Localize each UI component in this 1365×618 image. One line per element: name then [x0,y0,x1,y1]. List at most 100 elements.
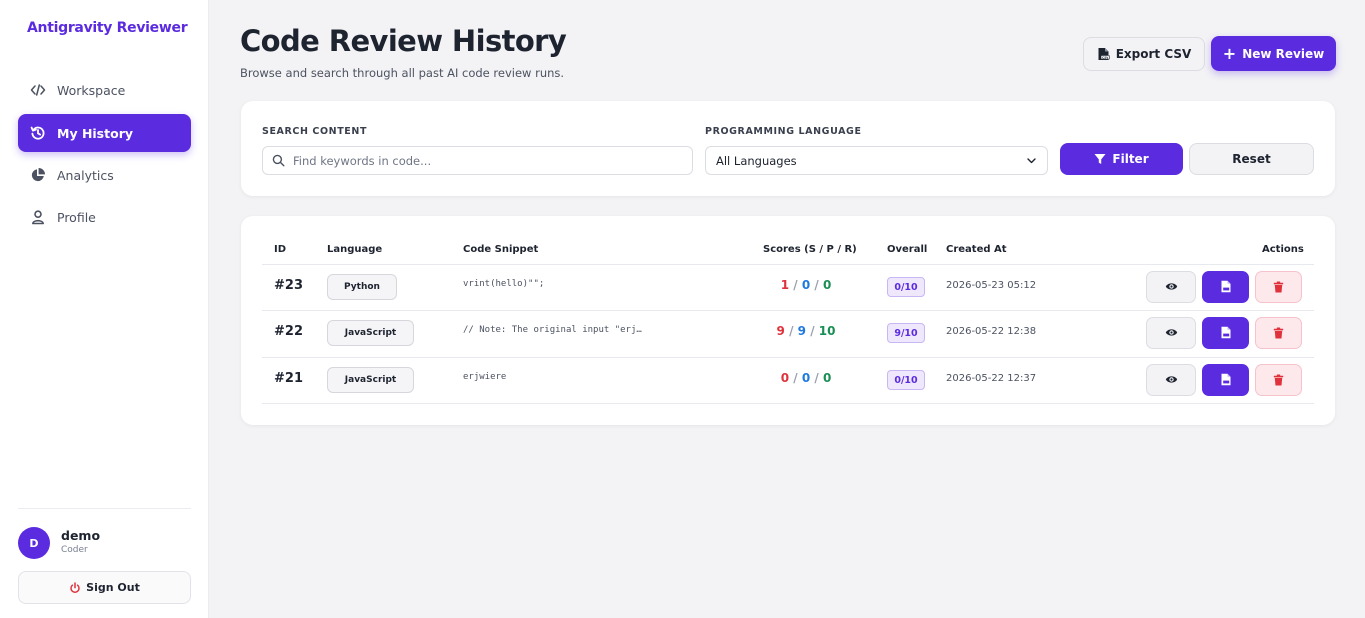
export-csv-button[interactable]: CSV Export CSV [1083,37,1205,71]
sidebar-item-label: My History [57,125,134,141]
sidebar-item-workspace[interactable]: Workspace [18,71,191,109]
overall-badge: 0/10 [887,370,925,390]
download-pdf-button[interactable] [1202,271,1249,303]
table-row: #23 Python vrint(hello)""; 1 / 0 / 0 0/1… [241,264,1335,310]
page-title: Code Review History [240,24,567,58]
score-separator: / [814,371,819,385]
score-separator: / [793,371,798,385]
security-score: 0 [780,371,790,385]
row-divider [262,403,1314,404]
language-badge: JavaScript [327,320,414,346]
download-pdf-button[interactable] [1202,317,1249,349]
sign-out-label: Sign Out [86,581,140,594]
created-at: 2026-05-22 12:37 [946,373,1037,384]
reset-label: Reset [1232,152,1271,166]
performance-score: 9 [797,324,806,338]
security-score: 9 [776,324,785,338]
scores: 1 / 0 / 0 [761,278,851,292]
funnel-icon [1094,153,1106,165]
filter-button[interactable]: Filter [1060,143,1183,175]
trash-icon [1273,371,1284,390]
code-snippet: // Note: The original input "erj… [463,325,642,335]
performance-score: 0 [801,371,811,385]
overall-badge: 0/10 [887,277,925,297]
language-badge: Python [327,274,397,300]
power-icon [69,581,81,594]
user-icon [30,209,46,225]
history-icon [30,125,46,141]
view-button[interactable] [1146,271,1196,303]
performance-score: 0 [801,278,811,292]
sidebar-item-label: Workspace [57,82,126,98]
language-select-value: All Languages [716,153,797,168]
view-button[interactable] [1146,364,1196,396]
review-id: #22 [274,324,303,339]
search-field[interactable] [262,146,693,175]
readability-score: 0 [822,278,832,292]
code-snippet: erjwiere [463,372,507,382]
reset-button[interactable]: Reset [1189,143,1314,175]
user-role: Coder [61,545,88,555]
delete-button[interactable] [1255,271,1302,303]
code-snippet: vrint(hello)""; [463,279,545,289]
sidebar-divider [18,508,191,509]
app-brand[interactable]: Antigravity Reviewer [27,20,188,36]
delete-button[interactable] [1255,364,1302,396]
filter-label: Filter [1112,152,1149,166]
sidebar-item-profile[interactable]: Profile [18,198,191,236]
search-icon [272,154,285,167]
pdf-file-icon [1220,324,1232,343]
avatar: D [18,527,50,559]
security-score: 1 [780,278,790,292]
chevron-down-icon [1026,155,1037,166]
column-header-created: Created At [946,244,1007,255]
table-row: #22 JavaScript // Note: The original inp… [241,310,1335,356]
history-table: ID Language Code Snippet Scores (S / P /… [241,216,1335,425]
page-subtitle: Browse and search through all past AI co… [240,66,565,80]
user-name: demo [61,528,101,543]
sidebar: Antigravity Reviewer Workspace My Histor… [0,0,209,618]
plus-icon: + [1222,43,1237,63]
column-header-language: Language [327,244,383,255]
language-badge: JavaScript [327,367,414,393]
column-header-actions: Actions [1262,244,1304,255]
sidebar-item-analytics[interactable]: Analytics [18,156,191,194]
new-review-button[interactable]: + New Review [1211,36,1336,71]
sidebar-item-my-history[interactable]: My History [18,114,191,152]
scores: 9 / 9 / 10 [761,324,851,338]
delete-button[interactable] [1255,317,1302,349]
trash-icon [1273,324,1284,343]
review-id: #23 [274,278,303,293]
sidebar-item-label: Profile [57,209,96,225]
csv-file-icon: CSV [1097,47,1110,61]
sign-out-button[interactable]: Sign Out [18,571,191,604]
pie-chart-icon [30,167,46,183]
view-button[interactable] [1146,317,1196,349]
score-separator: / [793,278,798,292]
filter-panel: SEARCH CONTENT PROGRAMMING LANGUAGE All … [241,101,1335,196]
review-id: #21 [274,371,303,386]
pdf-file-icon [1220,278,1232,297]
export-csv-label: Export CSV [1115,47,1192,61]
search-input[interactable] [293,153,673,168]
score-separator: / [814,278,819,292]
overall-badge: 9/10 [887,323,925,343]
readability-score: 10 [818,324,836,338]
scores: 0 / 0 / 0 [761,371,851,385]
trash-icon [1273,278,1284,297]
code-icon [30,82,46,98]
readability-score: 0 [822,371,832,385]
svg-text:CSV: CSV [1102,55,1109,59]
column-header-id: ID [274,244,287,255]
language-select[interactable]: All Languages [705,146,1048,175]
score-separator: / [789,324,794,338]
pdf-file-icon [1220,371,1232,390]
language-label: PROGRAMMING LANGUAGE [705,126,862,137]
table-row: #21 JavaScript erjwiere 0 / 0 / 0 0/10 2… [241,357,1335,403]
created-at: 2026-05-22 12:38 [946,326,1037,337]
created-at: 2026-05-23 05:12 [946,280,1037,291]
eye-icon [1165,278,1178,297]
new-review-label: New Review [1242,46,1325,61]
sidebar-item-label: Analytics [57,167,114,183]
download-pdf-button[interactable] [1202,364,1249,396]
